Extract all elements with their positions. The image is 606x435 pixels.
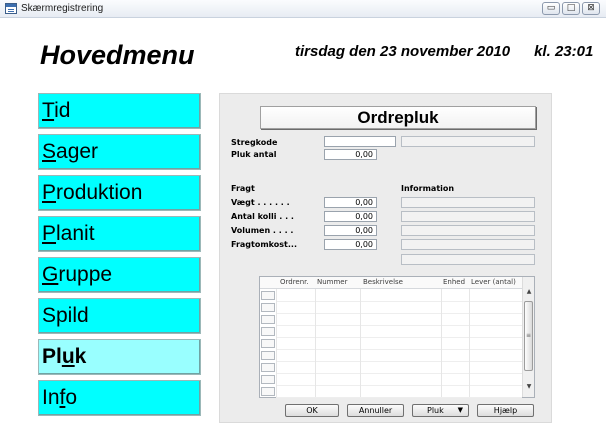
menu-button-hotkey: S	[42, 140, 57, 163]
row-selector[interactable]	[261, 339, 275, 348]
menu-button-hotkey: P	[42, 222, 57, 245]
menu-button[interactable]: Sager	[38, 134, 201, 170]
column-header-nummer[interactable]: Nummer	[317, 278, 348, 286]
main-window: Skærmregistrering ▭ □ ⊠ Hovedmenu tirsda…	[0, 0, 606, 435]
grid-row-line	[276, 349, 522, 350]
hjaelp-button[interactable]: Hjælp	[477, 404, 534, 417]
panel-title: Ordrepluk	[260, 106, 536, 129]
information-field-1	[401, 197, 535, 208]
menu-button-hotkey: T	[42, 99, 55, 122]
app-window-icon	[5, 3, 17, 14]
row-selector[interactable]	[261, 363, 275, 372]
annuller-button[interactable]: Annuller	[347, 404, 404, 417]
volumen-label: Volumen . . . .	[231, 226, 294, 235]
menu-button[interactable]: Spild	[38, 298, 201, 334]
information-field-2	[401, 211, 535, 222]
current-date: tirsdag den 23 november 2010	[295, 43, 511, 60]
fragtomkost-label: Fragtomkost...	[231, 240, 297, 249]
antal-kolli-label: Antal kolli . . .	[231, 212, 294, 221]
information-field-4	[401, 239, 535, 250]
row-selector[interactable]	[261, 351, 275, 360]
information-heading: Information	[401, 184, 455, 193]
menu-button[interactable]: Gruppe	[38, 257, 201, 293]
row-selector[interactable]	[261, 291, 275, 300]
grid-column-divider	[315, 289, 316, 397]
menu-button[interactable]: Info	[38, 380, 201, 416]
menu-button[interactable]: Planit	[38, 216, 201, 252]
menu-button-label-start: Pl	[42, 345, 62, 368]
grid-row-line	[276, 301, 522, 302]
grid-row-line	[276, 313, 522, 314]
menu-button-label-end: ager	[56, 140, 99, 163]
fragt-heading: Fragt	[231, 184, 255, 193]
grid-column-divider	[276, 289, 277, 397]
scroll-thumb[interactable]: ≡	[524, 301, 533, 371]
column-header-beskrivelse[interactable]: Beskrivelse	[363, 278, 403, 286]
page-title: Hovedmenu	[40, 40, 195, 70]
maximize-button[interactable]: □	[562, 2, 580, 15]
scroll-up-icon[interactable]: ▲	[523, 287, 535, 297]
ok-button[interactable]: OK	[285, 404, 339, 417]
pluk-button-label: Pluk	[427, 406, 444, 415]
minimize-button[interactable]: ▭	[542, 2, 560, 15]
grid-row-line	[276, 361, 522, 362]
pluk-dropdown-button[interactable]: Pluk ▼	[412, 404, 469, 417]
menu-button-label-end: ruppe	[58, 263, 113, 286]
grid-vertical-scrollbar[interactable]: ▲ ≡ ▼	[522, 277, 534, 397]
stregkode-label: Stregkode	[231, 138, 278, 147]
order-lines-grid[interactable]: Ordrenr. Nummer Beskrivelse Enhed Lever …	[259, 276, 535, 398]
grid-row-line	[276, 325, 522, 326]
window-title: Skærmregistrering	[21, 3, 104, 14]
chevron-down-icon: ▼	[457, 406, 463, 414]
pluk-antal-input[interactable]: 0,00	[324, 149, 377, 160]
menu-button-label-end: k	[74, 345, 87, 368]
grid-column-divider	[469, 289, 470, 397]
grid-column-divider	[441, 289, 442, 397]
grid-row-line	[276, 385, 522, 386]
stregkode-input[interactable]	[324, 136, 396, 147]
menu-button-label-end: lanit	[56, 222, 95, 245]
information-field-5	[401, 254, 535, 265]
row-selector[interactable]	[261, 387, 275, 396]
grid-row-line	[276, 337, 522, 338]
vaegt-label: Vægt . . . . . .	[231, 198, 290, 207]
menu-button[interactable]: Produktion	[38, 175, 201, 211]
antal-kolli-input[interactable]: 0,00	[324, 211, 377, 222]
column-header-enhed[interactable]: Enhed	[443, 278, 465, 286]
row-selector[interactable]	[261, 327, 275, 336]
menu-button-label-end: id	[54, 99, 71, 122]
window-controls: ▭ □ ⊠	[542, 2, 600, 15]
close-button[interactable]: ⊠	[582, 2, 600, 15]
vaegt-input[interactable]: 0,00	[324, 197, 377, 208]
menu-button-hotkey: u	[61, 345, 75, 368]
row-selector[interactable]	[261, 315, 275, 324]
menu-button-label-end: o	[65, 386, 78, 409]
grid-row-line	[276, 373, 522, 374]
column-header-ordrenr[interactable]: Ordrenr.	[280, 278, 309, 286]
grid-row-line	[276, 397, 522, 398]
column-header-lever-antal[interactable]: Lever (antal)	[471, 278, 516, 286]
row-selector[interactable]	[261, 375, 275, 384]
pluk-antal-label: Pluk antal	[231, 150, 277, 159]
grid-header: Ordrenr. Nummer Beskrivelse Enhed Lever …	[260, 277, 522, 289]
current-time: kl. 23:01	[534, 43, 594, 60]
row-selector[interactable]	[261, 303, 275, 312]
menu-button-hotkey: P	[42, 181, 57, 204]
date-time-display: tirsdag den 23 november 2010 kl. 23:01	[295, 43, 593, 60]
menu-button-label-end: roduktion	[56, 181, 143, 204]
ordrepluk-panel: Ordrepluk Stregkode Pluk antal 0,00 Frag…	[219, 93, 552, 423]
title-bar: Skærmregistrering ▭ □ ⊠	[0, 0, 606, 18]
scroll-down-icon[interactable]: ▼	[523, 382, 535, 392]
grid-column-divider	[360, 289, 361, 397]
volumen-input[interactable]: 0,00	[324, 225, 377, 236]
menu-button[interactable]: Tid	[38, 93, 201, 129]
fragtomkost-input[interactable]: 0,00	[324, 239, 377, 250]
menu-button[interactable]: Pluk	[38, 339, 201, 375]
menu-button-label-start: Spild	[42, 304, 89, 327]
menu-button-label-start: In	[42, 386, 60, 409]
information-field-3	[401, 225, 535, 236]
menu-button-hotkey: G	[42, 263, 59, 286]
stregkode-description-field	[401, 136, 535, 147]
